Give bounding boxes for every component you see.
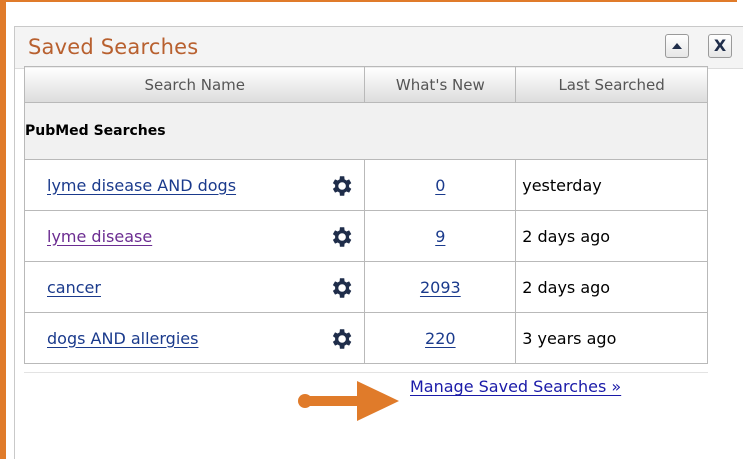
group-row-pubmed: PubMed Searches [24,102,708,160]
table-row: dogs AND allergies 220 3 years ago [23,312,708,364]
search-name-cell: lyme disease [23,210,366,262]
whats-new-link[interactable]: 220 [425,329,456,348]
saved-searches-table: Search Name What's New Last Searched Pub… [23,66,708,364]
gear-icon[interactable] [328,173,354,199]
search-name-link[interactable]: lyme disease [47,227,152,246]
whats-new-link[interactable]: 2093 [420,278,461,297]
collapse-button[interactable] [665,34,689,58]
whats-new-cell: 0 [364,159,517,211]
search-name-link[interactable]: lyme disease AND dogs [47,176,236,195]
gear-icon[interactable] [328,224,354,250]
table-row: lyme disease 9 2 days ago [23,210,708,262]
search-name-cell: lyme disease AND dogs [23,159,366,211]
manage-saved-searches-link[interactable]: Manage Saved Searches » [410,377,621,396]
whats-new-cell: 220 [364,312,517,364]
search-name-link[interactable]: cancer [47,278,101,297]
gear-icon[interactable] [328,275,354,301]
whats-new-link[interactable]: 9 [435,227,445,246]
last-searched-cell: 2 days ago [515,261,708,313]
last-searched-cell: yesterday [515,159,708,211]
column-header-whats-new[interactable]: What's New [364,66,517,103]
panel-title: Saved Searches [28,35,199,59]
whats-new-link[interactable]: 0 [435,176,445,195]
column-header-last-searched[interactable]: Last Searched [515,66,708,103]
footer-divider [24,372,708,373]
table-row: lyme disease AND dogs 0 yesterday [23,159,708,211]
table-header-row: Search Name What's New Last Searched [23,66,708,103]
whats-new-cell: 2093 [364,261,517,313]
panel-header: Saved Searches X [15,27,743,69]
gear-icon[interactable] [328,326,354,352]
table-row: cancer 2093 2 days ago [23,261,708,313]
close-icon: X [713,36,727,55]
whats-new-cell: 9 [364,210,517,262]
search-name-cell: dogs AND allergies [23,312,366,364]
last-searched-cell: 2 days ago [515,210,708,262]
search-name-cell: cancer [23,261,366,313]
last-searched-cell: 3 years ago [515,312,708,364]
group-label: PubMed Searches [24,102,708,160]
collapse-icon [672,43,682,49]
search-name-link[interactable]: dogs AND allergies [47,329,198,348]
column-header-search-name[interactable]: Search Name [23,66,366,103]
close-button[interactable]: X [708,34,732,58]
arrow-right-icon [298,381,399,421]
